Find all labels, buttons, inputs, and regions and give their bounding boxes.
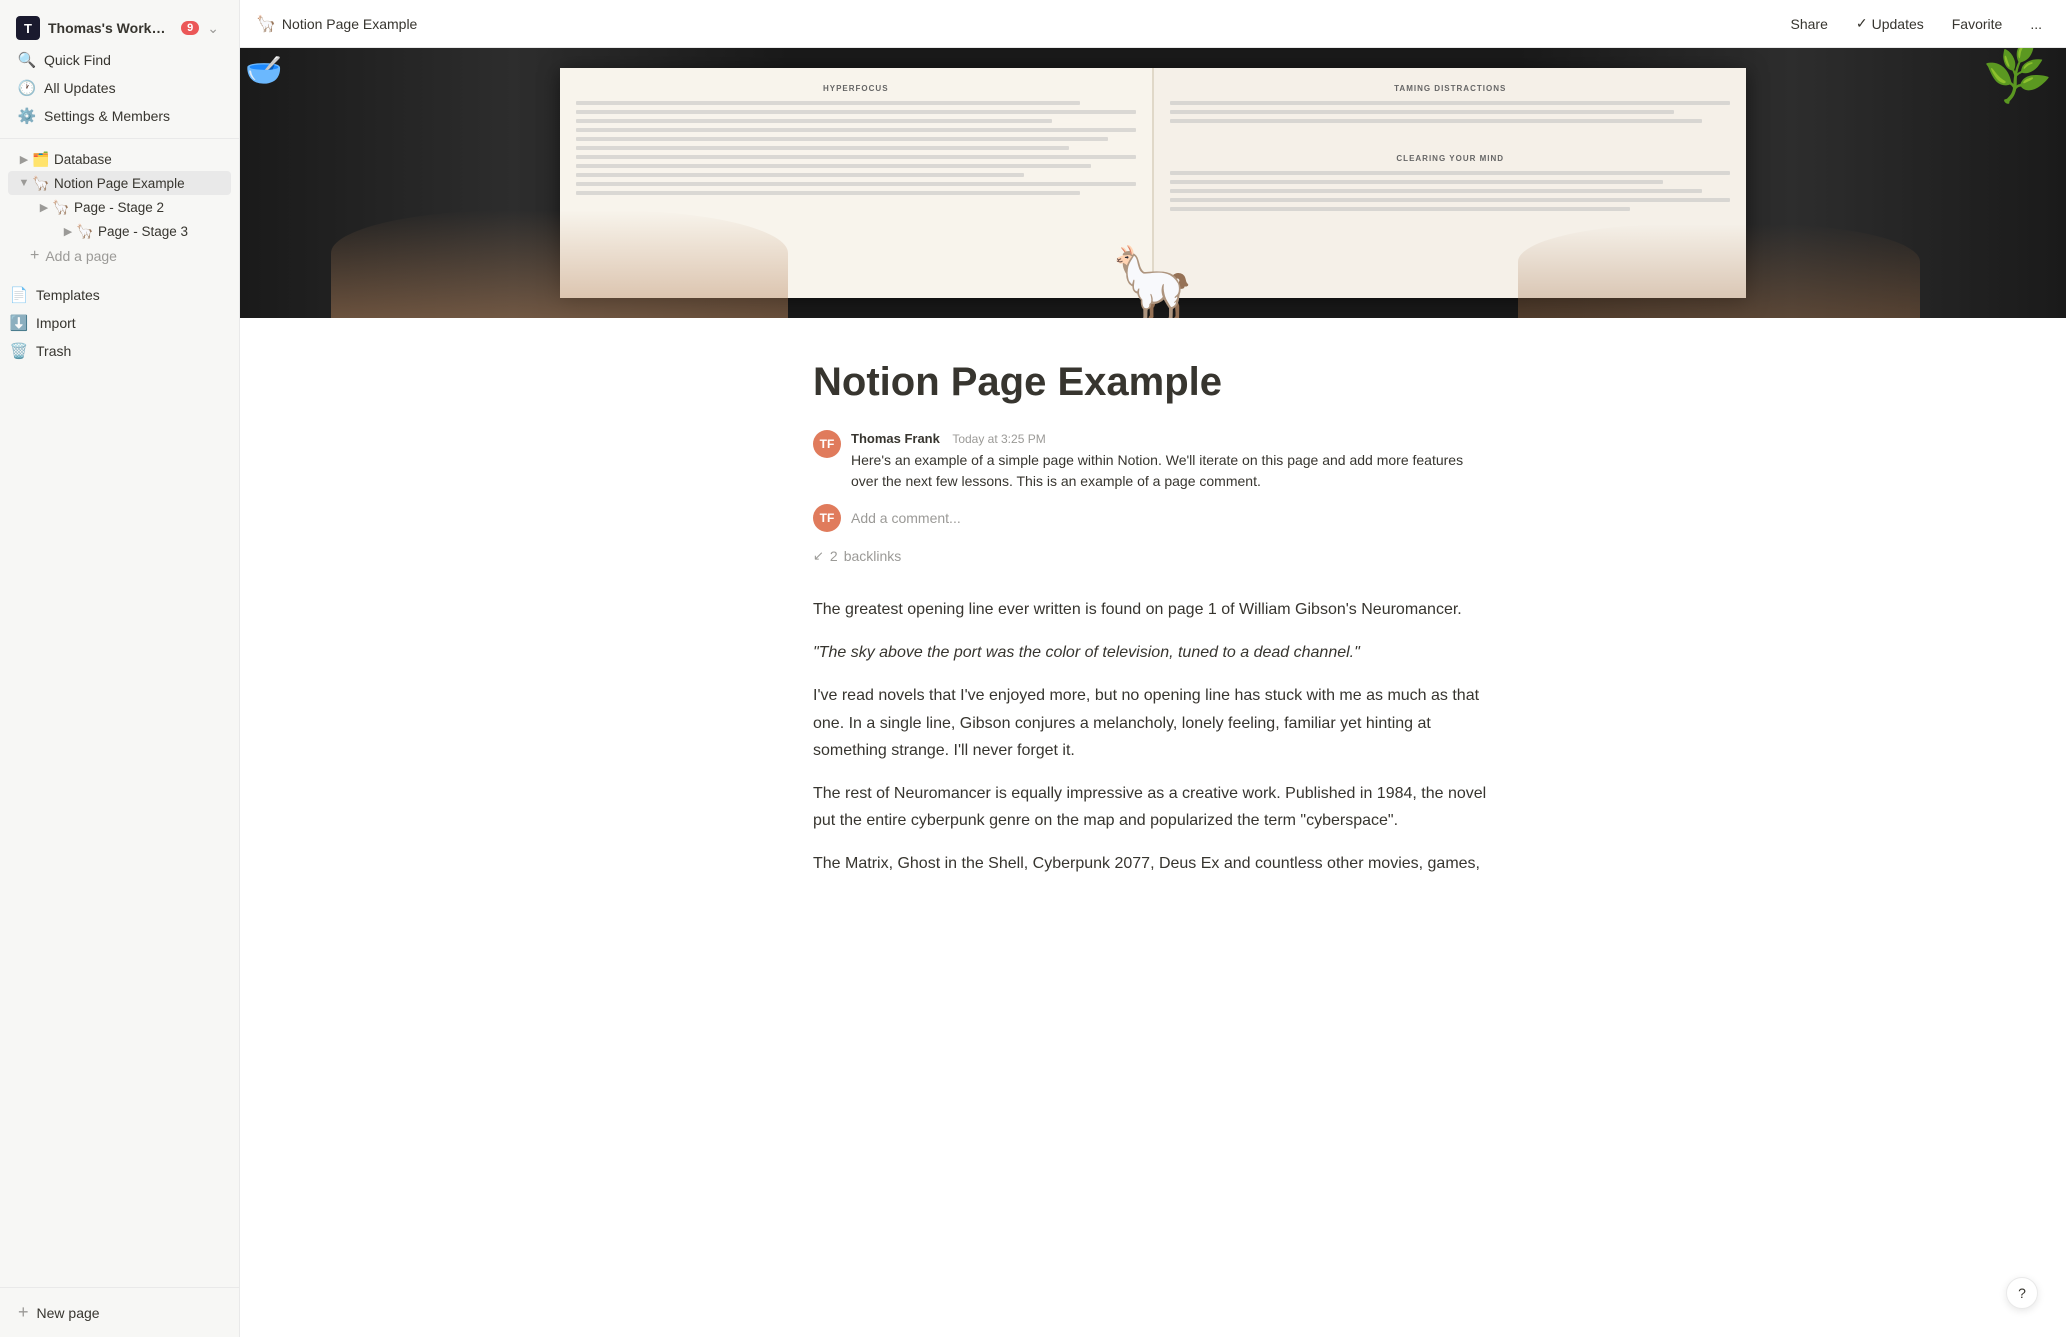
database-icon: 🗂️ [32, 150, 50, 168]
import-icon: ⬇️ [10, 314, 28, 332]
templates-icon: 📄 [10, 286, 28, 304]
sidebar-item-notion-page[interactable]: ▼ 🦙 Notion Page Example [8, 171, 231, 195]
comment-author: Thomas Frank [851, 431, 940, 446]
comment-text: Here's an example of a simple page withi… [851, 450, 1493, 492]
sidebar-item-database[interactable]: ▶ 🗂️ Database [8, 147, 231, 171]
sidebar-settings[interactable]: ⚙️ Settings & Members [8, 102, 231, 130]
add-comment-row[interactable]: TF Add a comment... [813, 504, 1493, 532]
llama-cover-icon: 🦙 [1109, 244, 1196, 318]
sidebar-item-stage-3[interactable]: ▶ 🦙 Page - Stage 3 [8, 219, 231, 243]
sidebar-item-label: Page - Stage 2 [74, 200, 164, 215]
help-button[interactable]: ? [2006, 1277, 2038, 1309]
llama-icon: 🦙 [32, 174, 50, 192]
sidebar: T Thomas's Worksp... 9 ⌄ 🔍 Quick Find 🕐 … [0, 0, 240, 1337]
arrow-icon: ▶ [36, 199, 52, 215]
content-scroll[interactable]: HYPERFOCUS T [240, 48, 2066, 1337]
sidebar-top: T Thomas's Worksp... 9 ⌄ 🔍 Quick Find 🕐 … [0, 0, 239, 134]
topbar-actions: Share ✓ Updates Favorite ... [1783, 11, 2051, 36]
cover-image: HYPERFOCUS T [240, 48, 2066, 318]
more-options-button[interactable]: ... [2022, 12, 2050, 36]
body-paragraph-4: The rest of Neuromancer is equally impre… [813, 780, 1493, 834]
sidebar-item-label: Page - Stage 3 [98, 224, 188, 239]
comment-section: TF Thomas Frank Today at 3:25 PM Here's … [813, 430, 1493, 532]
llama-icon: 🦙 [52, 198, 70, 216]
body-paragraph-2: "The sky above the port was the color of… [813, 639, 1493, 666]
add-page-button[interactable]: + Add a page [16, 243, 223, 269]
arrow-icon: ▼ [16, 175, 32, 191]
sidebar-footer: + New page [0, 1287, 239, 1337]
body-paragraph-3: I've read novels that I've enjoyed more,… [813, 682, 1493, 764]
cover-inner: HYPERFOCUS T [240, 48, 2066, 318]
new-page-button[interactable]: + New page [8, 1296, 231, 1329]
backlinks-row[interactable]: ↙ 2 backlinks [813, 548, 1493, 564]
current-user-avatar: TF [813, 504, 841, 532]
comment-body: Thomas Frank Today at 3:25 PM Here's an … [851, 430, 1493, 492]
llama-icon: 🦙 [76, 222, 94, 240]
updates-button[interactable]: ✓ Updates [1848, 11, 1932, 36]
breadcrumb: 🦙 Notion Page Example [256, 14, 1783, 34]
sidebar-all-updates[interactable]: 🕐 All Updates [8, 74, 231, 102]
topbar: 🦙 Notion Page Example Share ✓ Updates Fa… [240, 0, 2066, 48]
body-paragraph-1: The greatest opening line ever written i… [813, 596, 1493, 623]
workspace-row[interactable]: T Thomas's Worksp... 9 ⌄ [8, 10, 231, 46]
page-content: Notion Page Example TF Thomas Frank Toda… [793, 318, 1513, 974]
updates-icon: 🕐 [18, 79, 36, 97]
trash-icon: 🗑️ [10, 342, 28, 360]
sidebar-item-label: Database [54, 152, 112, 167]
page-icon: 🦙 [256, 14, 276, 34]
backlinks-label: backlinks [844, 548, 902, 564]
backlink-icon: ↙ [813, 548, 824, 564]
search-icon: 🔍 [18, 51, 36, 69]
workspace-actions: 9 ⌄ [181, 18, 223, 39]
comment-time: Today at 3:25 PM [952, 432, 1045, 446]
sidebar-item-label: Notion Page Example [54, 176, 185, 191]
sidebar-quick-find[interactable]: 🔍 Quick Find [8, 46, 231, 74]
sidebar-templates[interactable]: 📄 Templates [0, 281, 239, 309]
page-title: Notion Page Example [282, 16, 417, 32]
author-avatar: TF [813, 430, 841, 458]
page-title-main: Notion Page Example [813, 358, 1493, 406]
checkmark-icon: ✓ [1856, 15, 1868, 32]
plus-icon: + [18, 1302, 29, 1323]
backlinks-count: 2 [830, 548, 838, 564]
body-paragraph-5: The Matrix, Ghost in the Shell, Cyberpun… [813, 850, 1493, 877]
sidebar-item-stage-2[interactable]: ▶ 🦙 Page - Stage 2 [8, 195, 231, 219]
sidebar-import[interactable]: ⬇️ Import [0, 309, 239, 337]
arrow-icon: ▶ [60, 223, 76, 239]
sidebar-divider [0, 138, 239, 139]
settings-icon: ⚙️ [18, 107, 36, 125]
main-content: 🦙 Notion Page Example Share ✓ Updates Fa… [240, 0, 2066, 1337]
notification-badge: 9 [181, 21, 199, 35]
workspace-icon: T [16, 16, 40, 40]
share-button[interactable]: Share [1783, 12, 1836, 36]
workspace-name: Thomas's Worksp... [48, 20, 173, 36]
arrow-icon: ▶ [16, 151, 32, 167]
comment-item: TF Thomas Frank Today at 3:25 PM Here's … [813, 430, 1493, 492]
plus-icon: + [30, 247, 39, 265]
favorite-button[interactable]: Favorite [1944, 12, 2011, 36]
sidebar-tree: ▶ 🗂️ Database ▼ 🦙 Notion Page Example ▶ … [0, 147, 239, 269]
sidebar-bottom-nav: 📄 Templates ⬇️ Import 🗑️ Trash [0, 281, 239, 365]
sidebar-trash[interactable]: 🗑️ Trash [0, 337, 239, 365]
workspace-expand-btn[interactable]: ⌄ [203, 18, 223, 39]
add-comment-input[interactable]: Add a comment... [851, 510, 1493, 526]
